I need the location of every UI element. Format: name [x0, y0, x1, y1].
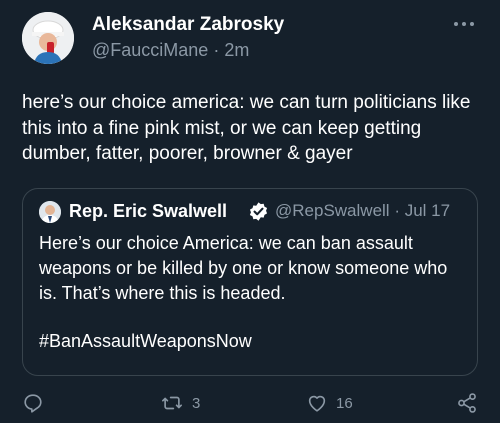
meta-separator: · — [213, 40, 220, 60]
quote-author-name: Rep. Eric Swalwell — [69, 201, 228, 221]
quote-meta: @RepSwalwell · Jul 17 — [275, 201, 450, 221]
like-button[interactable]: 16 — [306, 392, 353, 414]
share-button[interactable] — [456, 392, 478, 414]
more-icon — [454, 22, 474, 26]
tweet-text: here’s our choice america: we can turn p… — [22, 92, 471, 164]
reply-icon — [24, 394, 42, 413]
retweet-count: 3 — [192, 394, 201, 412]
share-icon — [458, 393, 476, 413]
author-meta: @FaucciMane · 2m — [92, 40, 249, 61]
author-avatar[interactable] — [22, 12, 74, 64]
quote-meta-separator: · — [394, 201, 400, 220]
quote-text: Here’s our choice America: we can ban as… — [39, 233, 448, 303]
quote-date: Jul 17 — [404, 201, 451, 220]
retweet-icon — [162, 396, 182, 410]
reply-button[interactable] — [22, 392, 52, 414]
tweet-time[interactable]: 2m — [224, 40, 249, 60]
quote-author-avatar — [39, 201, 61, 223]
quoted-tweet-card[interactable]: Rep. Eric Swalwell @RepSwalwell · Jul 17… — [22, 188, 478, 376]
author-name[interactable]: Aleksandar Zabrosky — [92, 14, 284, 36]
verified-icon — [249, 202, 268, 221]
author-handle[interactable]: @FaucciMane — [92, 40, 208, 60]
quote-hashtag[interactable]: #BanAssaultWeaponsNow — [39, 331, 252, 352]
more-button[interactable] — [450, 16, 478, 32]
retweet-button[interactable]: 3 — [160, 392, 200, 414]
quote-author-handle: @RepSwalwell — [275, 201, 390, 220]
like-count: 16 — [336, 394, 353, 412]
like-icon — [308, 395, 326, 412]
